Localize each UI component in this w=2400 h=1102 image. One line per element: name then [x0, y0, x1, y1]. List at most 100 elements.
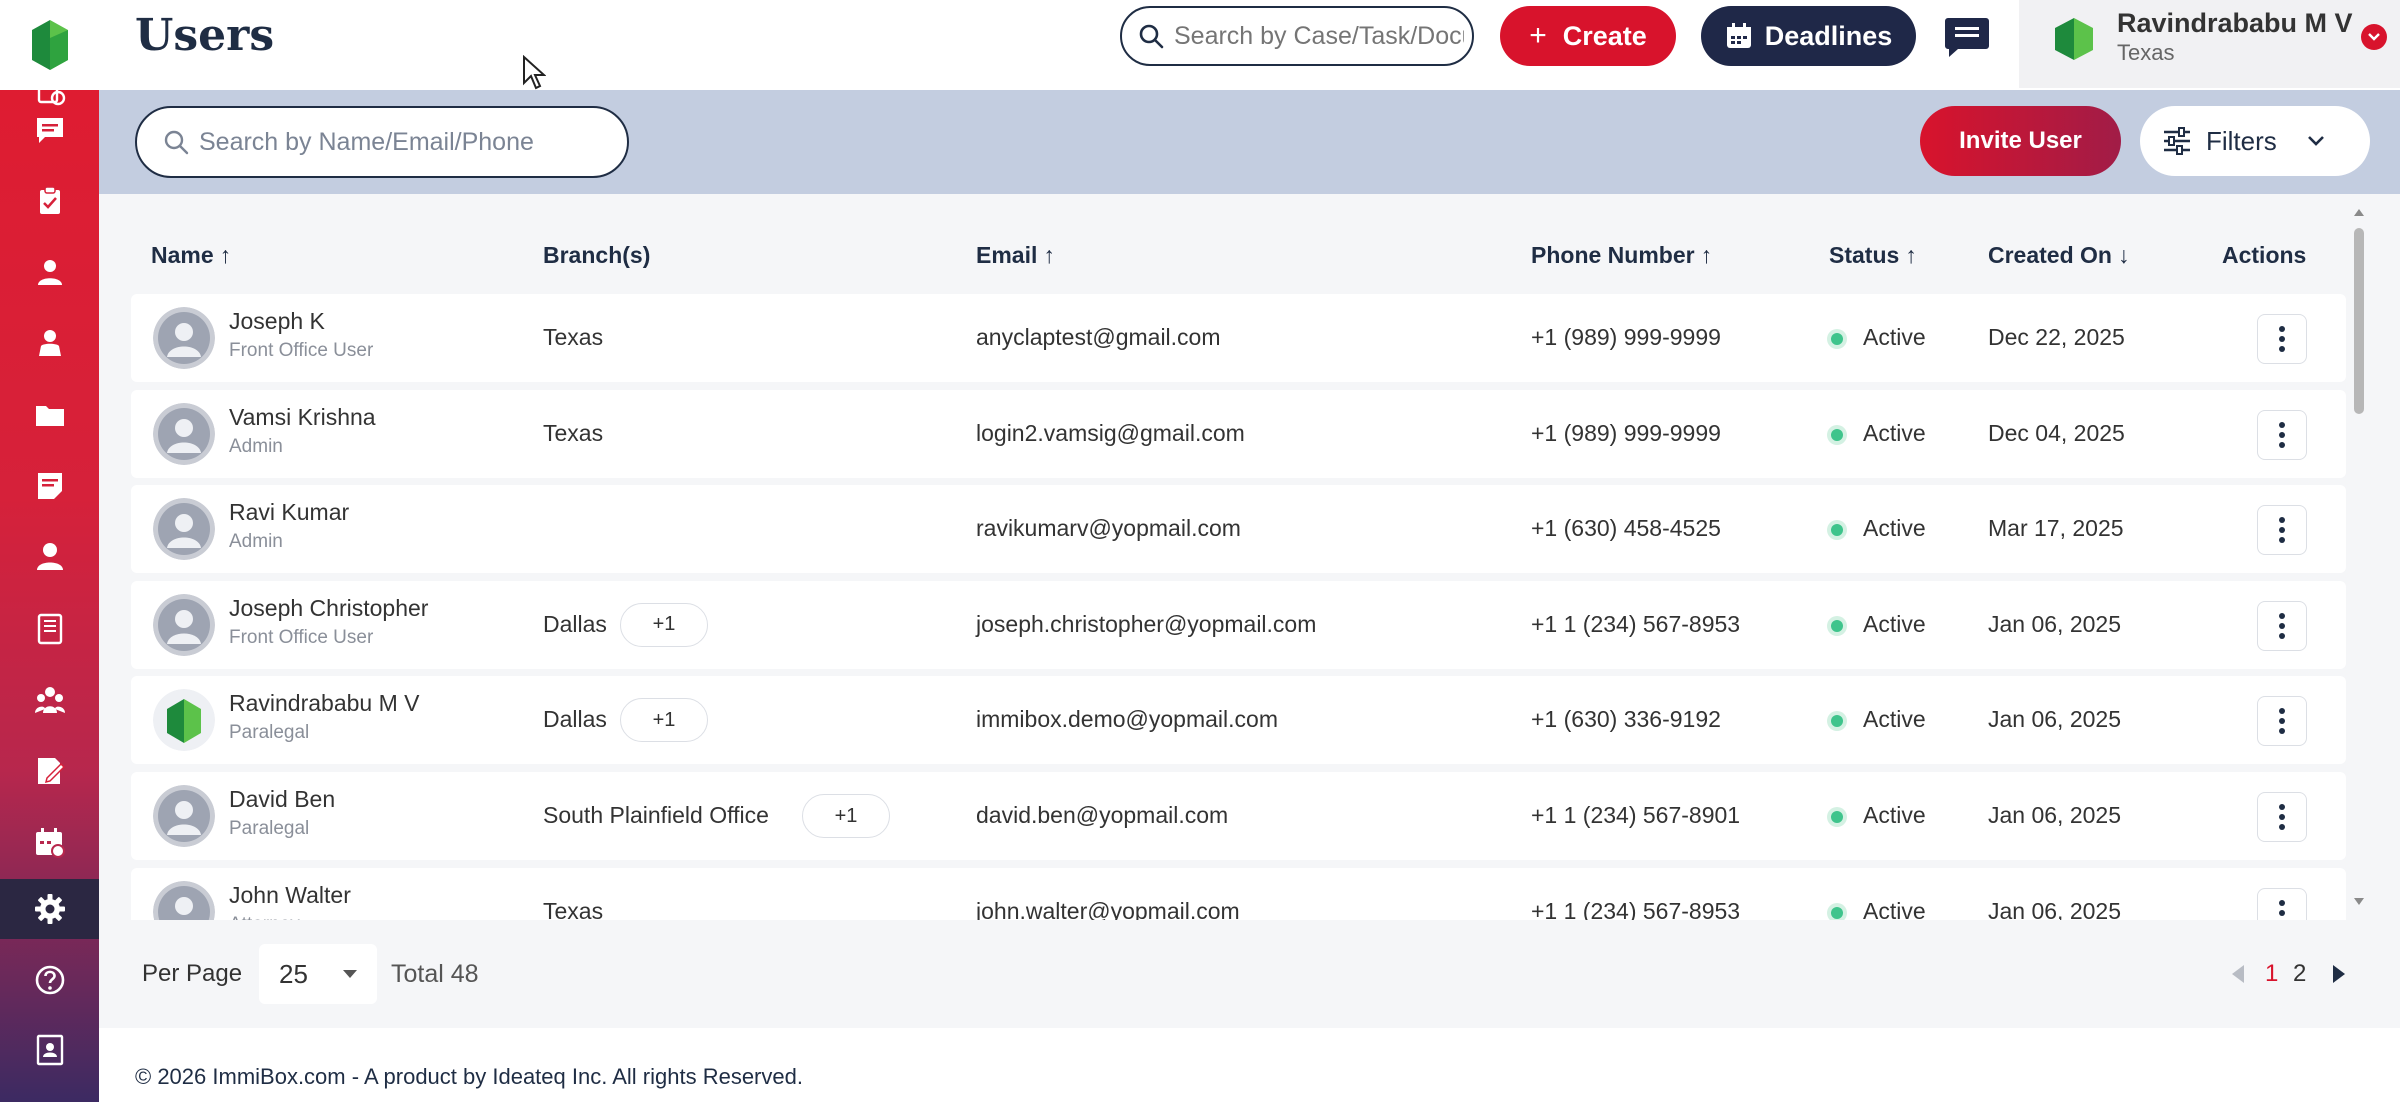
row-actions-button[interactable]	[2257, 314, 2307, 364]
column-email[interactable]: Email ↑	[976, 242, 1055, 269]
column-status[interactable]: Status ↑	[1829, 242, 1917, 269]
sort-down-icon: ↓	[2117, 242, 2130, 268]
chevron-down-icon[interactable]	[2361, 24, 2387, 50]
clipboard-icon	[33, 184, 67, 218]
next-page-icon[interactable]	[2331, 963, 2347, 985]
column-name-label: Name	[151, 242, 214, 268]
kebab-dot	[2279, 824, 2285, 830]
chat-button[interactable]	[1942, 14, 1992, 60]
more-branches-badge[interactable]: +1	[802, 794, 890, 838]
sort-up-icon: ↑	[1700, 242, 1713, 268]
user-location: Texas	[2117, 40, 2175, 65]
per-page-value: 25	[279, 958, 308, 989]
row-actions-button[interactable]	[2257, 505, 2307, 556]
kebab-dot	[2279, 814, 2285, 820]
sidebar-item-settings[interactable]	[0, 879, 99, 939]
sidebar-item-client[interactable]	[0, 313, 99, 373]
column-phone[interactable]: Phone Number ↑	[1531, 242, 1712, 269]
created-cell: Dec 22, 2025	[1988, 324, 2125, 350]
scroll-thumb[interactable]	[2354, 228, 2364, 414]
row-actions-button[interactable]	[2257, 887, 2307, 920]
table-row[interactable]: John WalterAttorneyTexasjohn.walter@yopm…	[131, 867, 2346, 920]
branch-cell: Texas	[543, 897, 604, 920]
deadlines-button[interactable]: Deadlines	[1701, 6, 1916, 66]
status-dot-icon	[1831, 906, 1843, 919]
avatar	[153, 307, 215, 369]
sidebar-item-clipboard[interactable]	[0, 171, 99, 231]
user-search[interactable]	[135, 106, 629, 178]
message-icon	[33, 113, 67, 147]
calendar-icon	[33, 826, 67, 860]
create-button[interactable]: + Create	[1500, 6, 1676, 66]
per-page-select[interactable]: 25	[259, 944, 377, 1004]
table-row[interactable]: Ravi Kumar Admin ravikumarv@yopmail.com +1 …	[131, 485, 2346, 574]
notes-icon	[33, 469, 67, 503]
user-name-cell[interactable]: John Walter	[229, 882, 351, 909]
kebab-dot	[2279, 804, 2285, 810]
sidebar-item-message[interactable]	[0, 100, 99, 160]
user-name-cell[interactable]: Ravi Kumar	[229, 499, 349, 526]
email-cell: immibox.demo@yopmail.com	[976, 706, 1278, 733]
status-text: Active	[1863, 419, 1926, 446]
column-branches: Branch(s)	[543, 242, 650, 269]
sidebar-item-person-card[interactable]	[0, 527, 99, 587]
phone-cell: +1 (989) 999-9999	[1531, 324, 1721, 350]
sidebar-item-notes[interactable]	[0, 456, 99, 516]
more-branches-badge[interactable]: +1	[620, 698, 708, 743]
column-name[interactable]: Name ↑	[151, 242, 231, 269]
column-created[interactable]: Created On ↓	[1988, 242, 2129, 269]
filters-button[interactable]: Filters	[2140, 106, 2370, 176]
sidebar-item-help[interactable]	[0, 950, 99, 1010]
scroll-up-icon[interactable]	[2352, 206, 2366, 220]
user-name-cell[interactable]: Vamsi Krishna	[229, 404, 376, 431]
row-actions-button[interactable]	[2257, 600, 2307, 651]
more-branches-badge[interactable]: +1	[620, 602, 708, 647]
global-search-input[interactable]	[1174, 21, 1464, 51]
sidebar-item-book[interactable]	[0, 599, 99, 659]
sidebar-item-calendar[interactable]	[0, 813, 99, 873]
avatar	[153, 593, 215, 656]
row-actions-button[interactable]	[2257, 792, 2307, 842]
table-row[interactable]: Joseph Christopher Front Office User Dalla…	[131, 580, 2346, 669]
sidebar-item-guide[interactable]	[0, 1020, 99, 1080]
user-name-cell[interactable]: Joseph K	[229, 308, 325, 335]
user-name-cell[interactable]: Ravindrababu M V	[229, 690, 420, 717]
status-dot-icon	[1831, 715, 1843, 728]
sidebar-item-folder[interactable]	[0, 385, 99, 445]
app-logo[interactable]	[0, 0, 99, 90]
page-1[interactable]: 1	[2265, 960, 2278, 988]
row-actions-button[interactable]	[2257, 696, 2307, 747]
pagination-bar: Per Page 25 Total 48 1 2	[99, 920, 2400, 1028]
table-row[interactable]: Ravindrababu M V Paralegal Dallas +1 immibox…	[131, 676, 2346, 765]
sliders-icon	[2164, 127, 2190, 155]
table-row[interactable]: Vamsi Krishna Admin Texas login2.vamsig@gma…	[131, 389, 2346, 478]
user-name-cell[interactable]: David Ben	[229, 786, 335, 813]
kebab-dot	[2279, 346, 2285, 352]
sidebar-item-team[interactable]	[0, 670, 99, 730]
guide-icon	[33, 1033, 67, 1067]
page-title: Users	[135, 10, 275, 61]
caret-down-icon	[342, 970, 357, 978]
sidebar-item-edit-doc[interactable]	[0, 741, 99, 801]
edit-doc-icon	[33, 754, 67, 788]
kebab-dot	[2279, 718, 2285, 725]
status-text: Active	[1863, 897, 1926, 920]
created-cell: Jan 06, 2025	[1988, 610, 2122, 637]
row-actions-button[interactable]	[2257, 409, 2307, 460]
table-row[interactable]: Joseph K Front Office User Texas anyclaptes…	[131, 294, 2346, 382]
sidebar-item-user[interactable]	[0, 242, 99, 302]
user-name-cell[interactable]: Joseph Christopher	[229, 595, 428, 622]
column-branches-label: Branch(s)	[543, 242, 651, 268]
settings-icon	[33, 892, 67, 926]
scroll-down-icon[interactable]	[2352, 894, 2366, 908]
page-2[interactable]: 2	[2293, 960, 2306, 988]
user-menu[interactable]: Ravindrababu M V Texas	[2019, 0, 2400, 88]
table-row[interactable]: David Ben Paralegal South Plainfield Offic…	[131, 772, 2346, 860]
invite-user-button[interactable]: Invite User	[1920, 106, 2121, 176]
avatar	[153, 689, 215, 752]
user-search-input[interactable]	[199, 127, 619, 157]
search-icon	[164, 130, 189, 155]
status-text: Active	[1863, 706, 1926, 733]
global-search[interactable]	[1120, 6, 1474, 66]
prev-page-icon[interactable]	[2230, 963, 2246, 985]
